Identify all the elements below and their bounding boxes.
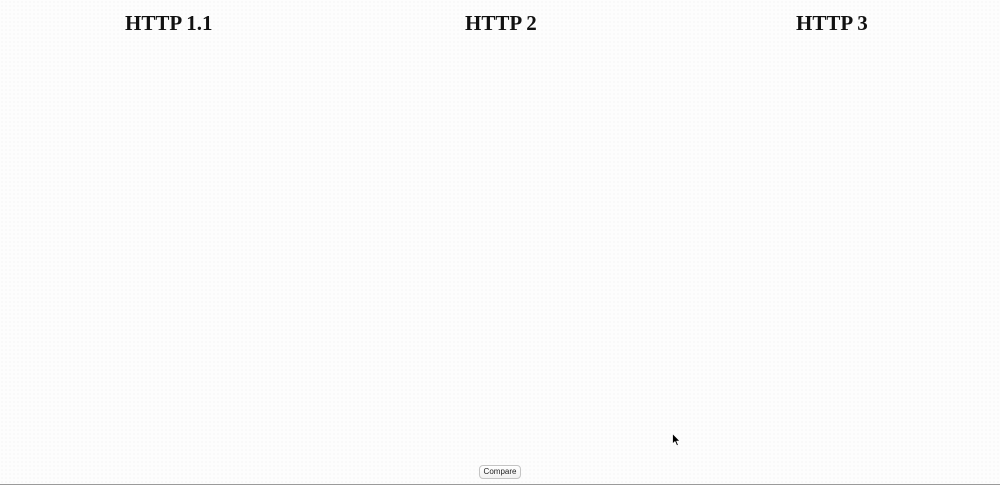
compare-button[interactable]: Compare (479, 465, 521, 479)
bottom-toolbar: Compare (0, 462, 1000, 484)
column-http-3: HTTP 3 (664, 0, 1000, 460)
column-title-http-3: HTTP 3 (796, 11, 868, 35)
column-title-http-1-1: HTTP 1.1 (125, 11, 213, 35)
column-title-http-2: HTTP 2 (465, 11, 537, 35)
protocol-columns: HTTP 1.1 HTTP 2 HTTP 3 (0, 0, 1000, 460)
mouse-pointer-icon (672, 433, 681, 447)
column-http-2: HTTP 2 (336, 0, 664, 460)
column-http-1-1: HTTP 1.1 (0, 0, 336, 460)
page-canvas: HTTP 1.1 HTTP 2 HTTP 3 Compare (0, 0, 1000, 485)
